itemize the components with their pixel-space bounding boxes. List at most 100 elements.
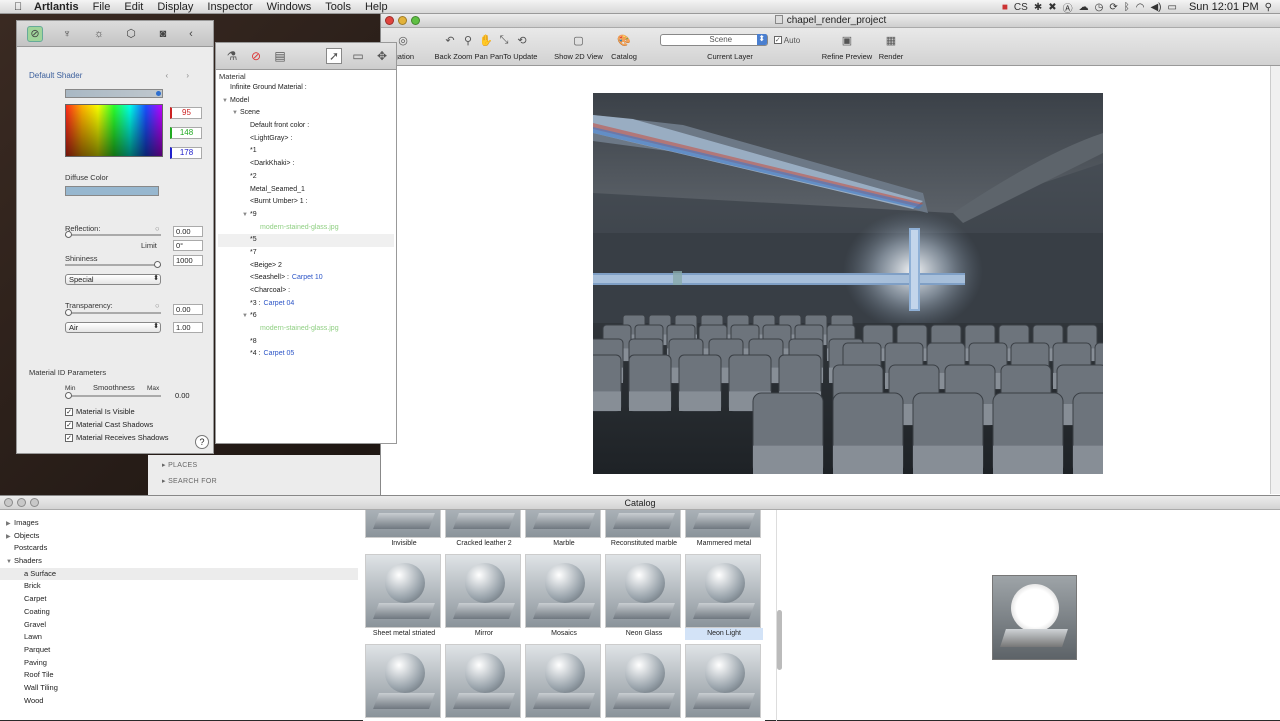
catalog-tree-item[interactable]: Brick (0, 580, 358, 593)
shader-grid-scrollbar[interactable] (776, 510, 782, 721)
menu-inspector[interactable]: Inspector (207, 1, 252, 13)
material-tree-row[interactable]: Metal_Seamed_1 (218, 184, 394, 197)
material-tree-row[interactable]: <Seashell> : Carpet 10 (218, 272, 394, 285)
menu-tools[interactable]: Tools (325, 1, 351, 13)
disclosure-triangle-icon[interactable]: ▶ (6, 518, 14, 531)
diffuse-color-swatch[interactable] (65, 186, 159, 196)
reflection-slider[interactable] (65, 231, 161, 238)
disclosure-triangle-icon[interactable]: ▼ (242, 310, 250, 323)
receive-shadows-checkbox[interactable]: ✓ (65, 433, 73, 442)
pan-icon[interactable]: ✋ (479, 33, 493, 47)
catalog-tree-item[interactable]: ▼ Shaders (0, 555, 358, 568)
shininess-slider[interactable] (65, 261, 161, 268)
catalog-tree-item[interactable]: a Surface (0, 567, 358, 581)
material-tree-row[interactable]: *1 (218, 145, 394, 158)
main-window-scrollbar[interactable] (1270, 66, 1280, 494)
shader-tile[interactable]: Mammered metal (685, 510, 763, 550)
material-tree-row[interactable]: *5 (218, 234, 394, 247)
cast-shadows-checkbox-row[interactable]: ✓ Material Cast Shadows (65, 420, 153, 429)
material-tree-row[interactable]: ▼ Scene (218, 107, 394, 120)
status-bluetooth-icon[interactable]: ᛒ (1124, 2, 1130, 13)
disclosure-triangle-icon[interactable]: ▼ (222, 95, 230, 108)
catalog-zoom-button[interactable] (30, 498, 39, 507)
catalog-titlebar[interactable]: Catalog (0, 496, 1280, 510)
shader-tile[interactable] (605, 644, 683, 718)
render-button[interactable]: ▦ Render (875, 30, 907, 62)
help-button[interactable]: ? (195, 435, 209, 449)
finder-search-label[interactable]: ▸ SEARCH FOR (162, 477, 217, 485)
material-tree-row[interactable]: <Burnt Umber> 1 : (218, 196, 394, 209)
catalog-tree-item[interactable]: Wood (0, 695, 358, 708)
material-tree-row[interactable]: <Charcoal> : (218, 285, 394, 298)
menu-edit[interactable]: Edit (124, 1, 143, 13)
disclosure-triangle-icon[interactable]: ▼ (242, 209, 250, 222)
catalog-tree-item[interactable]: Paving (0, 657, 358, 670)
shader-tile[interactable] (685, 644, 763, 718)
shader-tile[interactable] (365, 644, 443, 718)
red-value-field[interactable]: 95 (170, 107, 202, 119)
catalog-tree-item[interactable]: Coating (0, 606, 358, 619)
tab-menu-icon[interactable]: ‹ (187, 26, 195, 42)
menu-help[interactable]: Help (365, 1, 388, 13)
panto-icon[interactable]: ⤡ (497, 33, 511, 47)
color-bar[interactable] (65, 89, 163, 98)
menu-app[interactable]: Artlantis (34, 1, 79, 13)
minimize-window-button[interactable] (398, 16, 407, 25)
shininess-value-field[interactable]: 1000 (173, 255, 203, 266)
move-tool-icon[interactable]: ✥ (374, 48, 390, 64)
shader-tile[interactable]: Neon Light (685, 554, 763, 640)
status-clock-icon[interactable]: ◷ (1095, 2, 1104, 13)
shader-tile[interactable]: Mosaics (525, 554, 603, 640)
shader-tile[interactable]: Invisible (365, 510, 443, 550)
transparency-value-field[interactable]: 0.00 (173, 304, 203, 315)
shader-nav-arrows[interactable]: ‹ › (165, 71, 197, 80)
material-tree-row[interactable]: *3 : Carpet 04 (218, 298, 394, 311)
catalog-tree-item[interactable]: Parquet (0, 644, 358, 657)
material-tree-row[interactable]: *7 (218, 247, 394, 260)
shader-tile[interactable]: Marble (525, 510, 603, 550)
close-window-button[interactable] (385, 16, 394, 25)
shader-tile[interactable] (445, 644, 523, 718)
spotlight-icon[interactable]: ⚲ (1265, 2, 1272, 13)
material-list-icon[interactable]: ▤ (272, 48, 288, 64)
status-cloud-icon[interactable]: ☁ (1079, 2, 1089, 13)
reflection-value-field[interactable]: 0.00 (173, 226, 203, 237)
menu-windows[interactable]: Windows (267, 1, 312, 13)
catalog-tree-item[interactable]: Carpet (0, 593, 358, 606)
battery-icon[interactable]: ▭ (1168, 2, 1177, 13)
material-tree-row[interactable]: <LightGray> : (218, 133, 394, 146)
smoothness-slider[interactable] (65, 392, 161, 399)
menu-file[interactable]: File (93, 1, 111, 13)
disclosure-triangle-icon[interactable]: ▼ (232, 107, 240, 120)
refine-preview-button[interactable]: ▣ Refine Preview (817, 30, 877, 62)
auto-checkbox-box[interactable]: ✓ (773, 36, 782, 44)
catalog-tree-item[interactable]: Lawn (0, 631, 358, 644)
back-icon[interactable]: ↶ (443, 33, 457, 47)
visible-checkbox[interactable]: ✓ (65, 407, 73, 416)
shader-tile[interactable] (525, 644, 603, 718)
shader-tile[interactable]: Cracked leather 2 (445, 510, 523, 550)
cast-shadows-checkbox[interactable]: ✓ (65, 420, 73, 429)
render-viewport[interactable] (593, 93, 1103, 474)
catalog-tree-item[interactable]: Roof Tile (0, 669, 358, 682)
zoom-window-button[interactable] (411, 16, 420, 25)
catalog-tree-item[interactable]: Gravel (0, 619, 358, 632)
green-value-field[interactable]: 148 (170, 127, 202, 139)
catalog-close-button[interactable] (4, 498, 13, 507)
shader-tile[interactable]: Reconstituted marble (605, 510, 683, 550)
tab-objects-icon[interactable]: ⬡ (123, 26, 139, 42)
material-tree-row[interactable]: ▼ Model (218, 95, 394, 108)
status-red-icon[interactable]: ■ (1002, 2, 1008, 13)
status-a-icon[interactable]: Ⓐ (1063, 0, 1073, 15)
catalog-button[interactable]: 🎨 Catalog (607, 30, 641, 62)
smoothness-slider-knob[interactable] (65, 392, 72, 399)
status-sync-icon[interactable]: ⟳ (1109, 2, 1117, 13)
visible-checkbox-row[interactable]: ✓ Material Is Visible (65, 407, 135, 416)
material-tree-row[interactable]: *8 (218, 336, 394, 349)
catalog-tree-item[interactable]: ▶ Objects (0, 530, 358, 543)
scene-select[interactable]: Scene (659, 34, 768, 46)
apple-menu-icon[interactable]:  (14, 1, 26, 13)
show-2d-view-button[interactable]: ▢ Show 2D View (551, 30, 606, 62)
main-window-titlebar[interactable]: chapel_render_project (381, 14, 1280, 28)
transparency-slider[interactable] (65, 309, 161, 316)
